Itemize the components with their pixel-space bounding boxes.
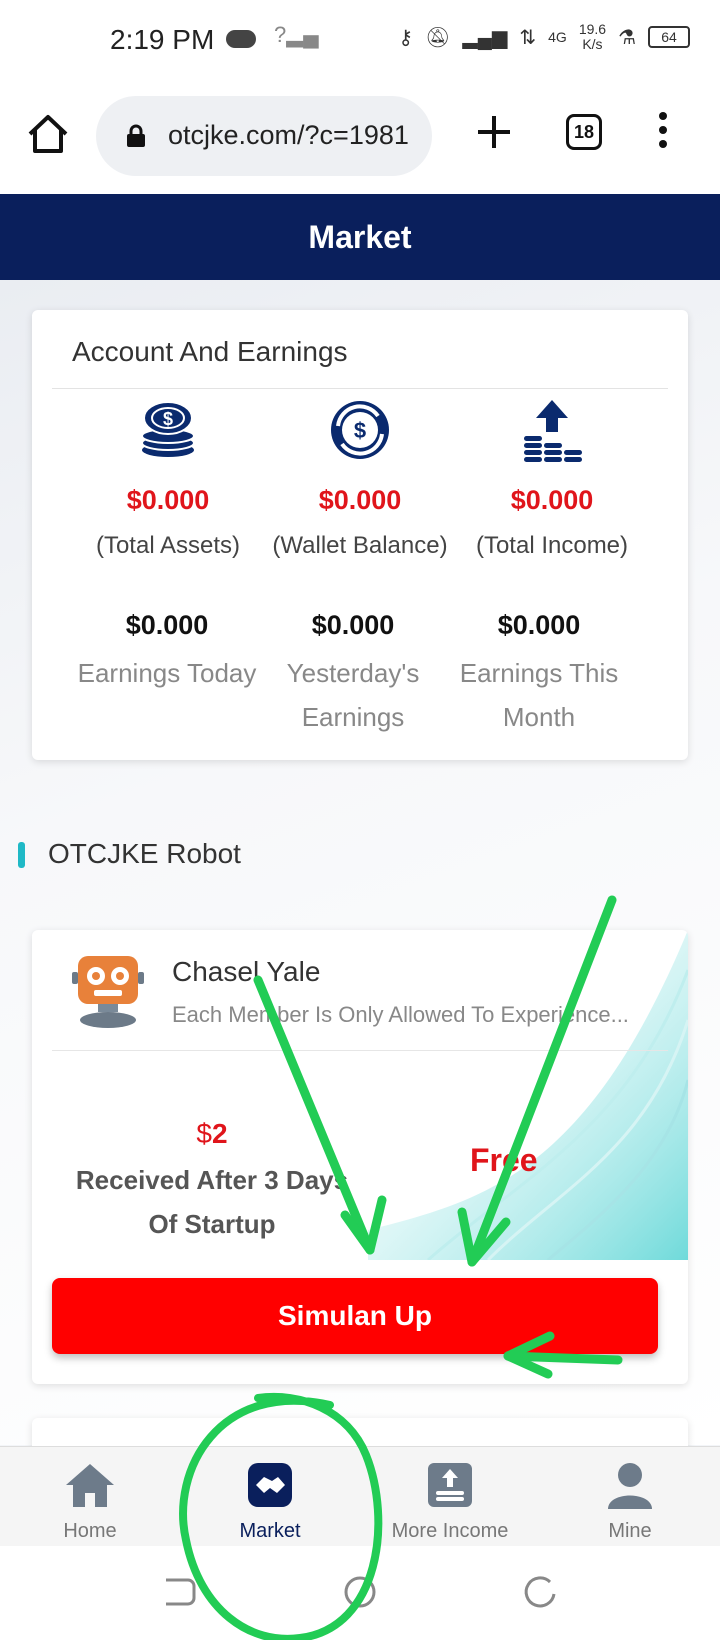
back-nav-icon[interactable] bbox=[160, 1572, 200, 1612]
url-text: otcjke.com/?c=1981 bbox=[168, 120, 409, 150]
reward-block: $2 Received After 3 Days Of Startup bbox=[62, 1118, 362, 1246]
tab-mine[interactable]: Mine bbox=[540, 1447, 720, 1546]
section-title: OTCJKE Robot bbox=[48, 838, 241, 869]
new-tab-icon[interactable] bbox=[474, 112, 514, 152]
tab-more-income[interactable]: More Income bbox=[360, 1447, 540, 1546]
robot-description: Each Member Is Only Allowed To Experienc… bbox=[172, 1002, 629, 1027]
tab-mine-label: Mine bbox=[608, 1520, 652, 1542]
wallet-balance-value: $0.000 bbox=[318, 485, 402, 515]
mute-bell-icon: 🔕︎ bbox=[425, 26, 451, 49]
browser-home-icon[interactable] bbox=[26, 112, 70, 156]
coin-stacks-up-icon bbox=[524, 400, 582, 462]
more-menu-icon[interactable] bbox=[648, 110, 678, 154]
status-bar: 2:19 PM ?▂▄ ⚷ 🔕︎ ▂▄▆ ⇅ 4G 19.6 K/s ⚗ 64 bbox=[0, 0, 720, 82]
reward-label: Received After 3 Days Of Startup bbox=[75, 1165, 349, 1239]
section-accent-bar bbox=[18, 842, 25, 868]
earnings-today-value: $0.000 bbox=[125, 610, 209, 640]
stat-total-assets: $ $0.000 (Total Assets) bbox=[68, 398, 268, 560]
robot-avatar-icon bbox=[72, 956, 144, 1028]
no-signal-icon: ?▂▄ bbox=[274, 22, 319, 47]
total-income-value: $0.000 bbox=[510, 485, 594, 515]
wallet-balance-label: (Wallet Balance) bbox=[272, 532, 448, 559]
coins-upload-icon bbox=[428, 1463, 472, 1507]
total-assets-label: (Total Assets) bbox=[95, 532, 241, 559]
tab-home-label: Home bbox=[63, 1520, 117, 1542]
earnings-today: $0.000 Earnings Today bbox=[72, 610, 262, 695]
coins-dollar-icon: $ bbox=[141, 401, 195, 457]
net-speed-unit: K/s bbox=[582, 36, 603, 52]
earnings-month-label: Earnings This Month bbox=[459, 658, 619, 732]
decorative-wave bbox=[368, 930, 688, 1260]
battery-icon: 64 bbox=[648, 26, 690, 48]
stat-wallet-balance: $ $0.000 (Wallet Balance) bbox=[260, 398, 460, 560]
earnings-this-month: $0.000 Earnings This Month bbox=[444, 610, 634, 739]
stat-total-income: $0.000 (Total Income) bbox=[452, 398, 652, 560]
reward-currency: $ bbox=[196, 1118, 212, 1149]
svg-text:$: $ bbox=[163, 409, 173, 429]
reward-amount: $2 bbox=[62, 1118, 362, 1150]
account-title: Account And Earnings bbox=[72, 336, 348, 367]
cloud-icon bbox=[226, 30, 256, 48]
network-type: 4G bbox=[548, 29, 567, 45]
earnings-yesterday-label: Yesterday's Earnings bbox=[286, 658, 420, 732]
svg-text:$: $ bbox=[354, 418, 366, 443]
tab-home[interactable]: Home bbox=[0, 1447, 180, 1546]
key-icon: ⚷ bbox=[398, 26, 414, 49]
simulate-up-button[interactable]: Simulan Up bbox=[52, 1278, 658, 1354]
divider bbox=[52, 1050, 668, 1051]
handshake-icon bbox=[248, 1463, 292, 1507]
tab-market[interactable]: Market bbox=[180, 1447, 360, 1546]
screen: 2:19 PM ?▂▄ ⚷ 🔕︎ ▂▄▆ ⇅ 4G 19.6 K/s ⚗ 64 bbox=[0, 0, 720, 1640]
account-card: Account And Earnings $ $0.000 (Total Ass… bbox=[32, 310, 688, 760]
earnings-today-label: Earnings Today bbox=[77, 658, 257, 688]
earnings-yesterday: $0.000 Yesterday's Earnings bbox=[258, 610, 448, 739]
total-assets-value: $0.000 bbox=[126, 485, 210, 515]
signal-icon: ▂▄▆ bbox=[462, 26, 508, 49]
status-time: 2:19 PM bbox=[110, 24, 215, 55]
net-speed-value: 19.6 bbox=[578, 21, 607, 37]
robot-price: Free bbox=[470, 1142, 538, 1178]
dollar-refresh-icon: $ bbox=[331, 401, 389, 459]
earnings-yesterday-value: $0.000 bbox=[311, 610, 395, 640]
status-icons: ⚷ 🔕︎ ▂▄▆ ⇅ 4G 19.6 K/s ⚗ 64 bbox=[398, 22, 690, 52]
bottom-tab-bar: Home Market More Income Mine bbox=[0, 1446, 720, 1546]
browser-toolbar: otcjke.com/?c=1981 18 bbox=[0, 82, 720, 194]
robot-name: Chasel Yale bbox=[172, 956, 321, 987]
lock-icon bbox=[127, 124, 145, 147]
reward-value: 2 bbox=[212, 1118, 228, 1149]
address-bar[interactable]: otcjke.com/?c=1981 bbox=[96, 96, 432, 176]
recents-nav-icon[interactable] bbox=[520, 1572, 560, 1612]
tab-more-income-label: More Income bbox=[391, 1520, 509, 1542]
divider bbox=[52, 388, 668, 389]
system-nav-bar bbox=[0, 1546, 720, 1640]
flask-icon: ⚗ bbox=[618, 26, 636, 49]
home-nav-icon[interactable] bbox=[340, 1572, 380, 1612]
data-arrows-icon: ⇅ bbox=[519, 26, 537, 49]
robot-card[interactable]: Chasel Yale Each Member Is Only Allowed … bbox=[32, 930, 688, 1384]
net-speed: 19.6 K/s bbox=[579, 22, 606, 52]
page-title: Market bbox=[0, 194, 720, 280]
home-icon bbox=[66, 1464, 114, 1507]
user-icon bbox=[608, 1463, 652, 1509]
tab-market-label: Market bbox=[239, 1520, 301, 1542]
tab-switcher-button[interactable]: 18 bbox=[566, 114, 602, 150]
earnings-month-value: $0.000 bbox=[497, 610, 581, 640]
total-income-label: (Total Income) bbox=[475, 532, 629, 559]
